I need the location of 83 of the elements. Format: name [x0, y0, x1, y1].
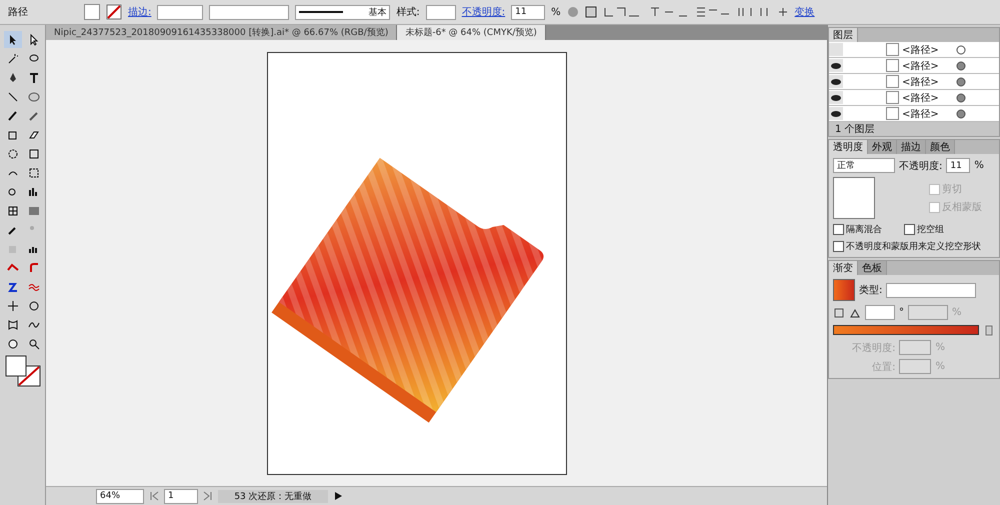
- stroke-profile-field[interactable]: 基本: [295, 4, 390, 20]
- style-field[interactable]: [426, 4, 456, 20]
- line-icon: [7, 90, 19, 102]
- layers-tab[interactable]: 图层: [829, 28, 858, 42]
- opacity-field[interactable]: 11: [511, 4, 546, 20]
- document-tab[interactable]: 未标题-6* @ 64% (CMYK/预览): [397, 25, 546, 40]
- target-icon: [955, 76, 967, 88]
- type-dropdown[interactable]: [886, 282, 976, 298]
- aspect-field[interactable]: [908, 305, 948, 320]
- panel-tab[interactable]: 颜色: [926, 140, 955, 154]
- style-label: 样式:: [396, 6, 420, 19]
- envelope-icon: [7, 318, 19, 330]
- fill-stroke-swatches[interactable]: [4, 354, 43, 388]
- percent-label: %: [935, 342, 945, 353]
- target-icon: [955, 60, 967, 72]
- stop-field[interactable]: [899, 340, 932, 355]
- eraser-icon: [28, 128, 40, 140]
- checkbox[interactable]: 挖空组: [904, 223, 944, 236]
- mesh-icon: [7, 204, 19, 216]
- target-icon: [955, 108, 967, 120]
- document-tab[interactable]: Nipic_24377523_20180909161435338000 [转换].ai* @ 66.67% (RGB/预览): [46, 25, 398, 40]
- zoom-field[interactable]: 64%: [96, 488, 144, 504]
- zoom-icon: [28, 338, 40, 350]
- wand-icon: [7, 52, 19, 64]
- angle-icon: [849, 306, 861, 318]
- variable-width-field[interactable]: [209, 4, 290, 20]
- stroke-line-icon: [299, 10, 344, 14]
- ellipse-icon: [28, 90, 40, 102]
- percent-label: %: [952, 307, 962, 318]
- gradient-swatch[interactable]: [833, 279, 855, 301]
- status-text: 53 次还原：无重做: [218, 490, 328, 502]
- panel-tab[interactable]: 外观: [868, 140, 897, 154]
- object-type-label: 路径: [8, 6, 29, 19]
- eye-icon[interactable]: [829, 107, 843, 120]
- rotate-icon: [7, 148, 19, 160]
- type-icon: [28, 72, 40, 84]
- stroke-weight-field[interactable]: [157, 4, 204, 20]
- free-transform-icon: [28, 166, 40, 178]
- panel-tab[interactable]: 渐变: [829, 261, 858, 275]
- panel-tab[interactable]: 色板: [858, 261, 887, 275]
- pen-icon: [7, 72, 19, 84]
- blend-mode-dropdown[interactable]: 正常: [833, 158, 895, 173]
- tool-button[interactable]: [4, 31, 22, 48]
- stroke-link[interactable]: 描边:: [128, 5, 152, 19]
- percent-label: %: [935, 361, 945, 372]
- stop-field-label: 不透明度:: [852, 342, 896, 354]
- first-page-icon: [148, 490, 160, 502]
- stop-field-label: 位置:: [872, 360, 896, 374]
- no-stroke-swatch[interactable]: [106, 4, 122, 20]
- panel-tab[interactable]: 描边: [897, 140, 926, 154]
- target-icon: [955, 92, 967, 104]
- checkbox[interactable]: 隔离混合: [833, 223, 882, 236]
- fill-swatch[interactable]: [84, 4, 100, 20]
- lasso-icon: [28, 52, 40, 64]
- graph-icon: [28, 186, 40, 198]
- eye-icon[interactable]: [829, 75, 843, 88]
- scale-icon: [28, 148, 40, 160]
- distribute-icon: [694, 6, 731, 18]
- last-page-icon: [202, 490, 214, 502]
- eye-icon[interactable]: [829, 59, 843, 72]
- opacity-label: 不透明度:: [899, 160, 942, 172]
- degree-label: °: [899, 307, 904, 318]
- checkbox[interactable]: 不透明度和蒙版用来定义挖空形状: [833, 240, 981, 253]
- panel-tab[interactable]: 透明度: [829, 140, 868, 154]
- eye-icon[interactable]: [829, 91, 843, 104]
- opacity-field[interactable]: 11: [946, 158, 970, 173]
- pencil-icon: [28, 110, 40, 122]
- align-vertical-icon: [648, 6, 689, 18]
- selection-arrow-icon: [7, 34, 19, 46]
- play-icon: [332, 490, 344, 502]
- crosshair-icon: [7, 300, 19, 312]
- layer-count: 1 个图层: [835, 123, 875, 136]
- mask-preview: [833, 177, 875, 219]
- opacity-link[interactable]: 不透明度:: [462, 5, 506, 19]
- percent-label: %: [974, 160, 984, 171]
- zigzag-path-icon: [7, 280, 19, 292]
- angle-field[interactable]: [865, 305, 895, 320]
- stop-field[interactable]: [899, 359, 932, 374]
- transform-link[interactable]: 变换: [794, 5, 815, 19]
- artboard-field[interactable]: 1: [164, 488, 198, 504]
- direct-selection-icon: [28, 34, 40, 46]
- percent-label: %: [551, 6, 561, 18]
- type-label: 类型:: [859, 284, 882, 297]
